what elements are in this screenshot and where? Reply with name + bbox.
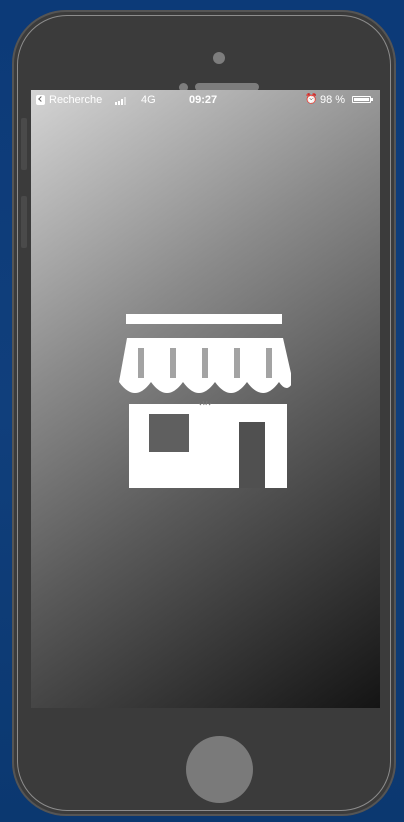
status-time: 09:27 bbox=[189, 94, 218, 106]
status-bar: Recherche 4G 09:27 ⏰ 98 % bbox=[31, 90, 380, 110]
volume-up-side-button bbox=[21, 118, 27, 170]
signal-strength-icon bbox=[115, 97, 129, 105]
storefront-icon bbox=[119, 314, 291, 488]
home-button[interactable] bbox=[186, 736, 253, 803]
battery-percentage: 98 % bbox=[320, 94, 346, 106]
back-to-app-label[interactable]: Recherche bbox=[49, 90, 102, 110]
back-to-app-icon[interactable] bbox=[36, 95, 45, 105]
battery-level-fill bbox=[354, 98, 369, 101]
front-camera bbox=[213, 52, 225, 64]
app-screen: Recherche 4G 09:27 ⏰ 98 % bbox=[31, 90, 380, 708]
battery-icon bbox=[352, 96, 373, 103]
alarm-clock-icon: ⏰ bbox=[305, 94, 318, 105]
volume-down-side-button bbox=[21, 196, 27, 248]
network-type: 4G bbox=[141, 94, 156, 106]
